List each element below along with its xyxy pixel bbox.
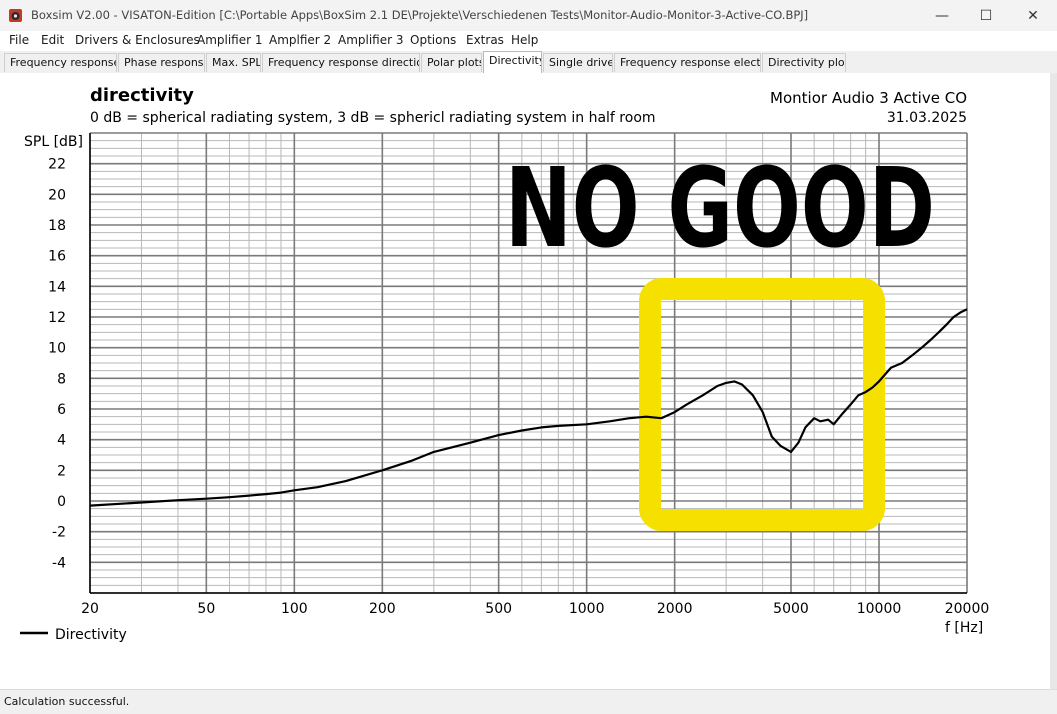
- y-tick-label: 10: [48, 341, 66, 357]
- menu-help[interactable]: Help: [511, 33, 538, 47]
- y-tick-label: 14: [48, 279, 66, 295]
- y-tick-label: 4: [57, 433, 66, 449]
- menu-options[interactable]: Options: [410, 33, 456, 47]
- tab-bar: Frequency response. Phase response Max. …: [0, 51, 1057, 74]
- window-edge: [1050, 73, 1057, 689]
- x-tick-label: 200: [369, 601, 396, 617]
- y-axis-label: SPL [dB]: [24, 134, 83, 150]
- close-button[interactable]: ✕: [1010, 0, 1056, 31]
- x-tick-label: 20: [81, 601, 99, 617]
- x-tick-label: 10000: [857, 601, 902, 617]
- window-title: Boxsim V2.00 - VISATON-Edition [C:\Porta…: [31, 8, 809, 22]
- y-tick-label: 22: [48, 157, 66, 173]
- legend-label-directivity: Directivity: [55, 627, 127, 643]
- tab-frequency-response-directions[interactable]: Frequency response directions: [262, 53, 420, 72]
- y-tick-label: -4: [52, 555, 66, 571]
- x-tick-label: 2000: [657, 601, 693, 617]
- maximize-button[interactable]: ☐: [963, 0, 1009, 31]
- y-tick-label: -2: [52, 525, 66, 541]
- tab-single-driver[interactable]: Single driver: [543, 53, 613, 72]
- tab-directivity-plots[interactable]: Directivity plots: [762, 53, 846, 72]
- x-axis-label: f [Hz]: [945, 620, 983, 636]
- chart-date: 31.03.2025: [887, 110, 967, 126]
- menu-amplifier-1[interactable]: Amplifier 1: [197, 33, 263, 47]
- directivity-chart: directivity 0 dB = spherical radiating s…: [20, 85, 989, 643]
- tab-directivity[interactable]: Directivity: [483, 51, 542, 74]
- menu-drivers-enclosures[interactable]: Drivers & Enclosures: [75, 33, 200, 47]
- menu-bar: File Edit Drivers & Enclosures Amplifier…: [0, 31, 1057, 51]
- status-text: Calculation successful.: [4, 695, 130, 708]
- minimize-button[interactable]: —: [919, 0, 965, 31]
- chart-subtitle: 0 dB = spherical radiating system, 3 dB …: [90, 110, 656, 126]
- tab-frequency-response-electrical[interactable]: Frequency response electr..: [614, 53, 761, 72]
- y-tick-label: 18: [48, 218, 66, 234]
- y-tick-label: 0: [57, 494, 66, 510]
- project-name: Montior Audio 3 Active CO: [770, 89, 967, 107]
- tab-polar-plots[interactable]: Polar plots: [421, 53, 482, 72]
- menu-amplifier-3[interactable]: Amplifier 3: [338, 33, 404, 47]
- x-tick-label: 5000: [773, 601, 809, 617]
- menu-amplifier-2[interactable]: Amplfier 2: [269, 33, 331, 47]
- x-tick-labels: 20 50 100 200 500 1000 2000 5000 10000 20000: [81, 601, 989, 617]
- tab-max-spl[interactable]: Max. SPL: [206, 53, 261, 72]
- menu-file[interactable]: File: [9, 33, 29, 47]
- menu-edit[interactable]: Edit: [41, 33, 64, 47]
- x-tick-label: 500: [485, 601, 512, 617]
- y-tick-label: 6: [57, 402, 66, 418]
- x-tick-label: 1000: [569, 601, 605, 617]
- chart-title: directivity: [90, 85, 194, 106]
- y-tick-label: 2: [57, 463, 66, 479]
- directivity-curve: [89, 308, 968, 507]
- status-bar: Calculation successful.: [0, 689, 1057, 714]
- x-tick-label: 50: [197, 601, 215, 617]
- boxsim-app-icon: [9, 9, 22, 22]
- tab-phase-response[interactable]: Phase response: [118, 53, 205, 72]
- y-tick-labels: -4 -2 0 2 4 6 8 10 12 14 16 18 20 22: [48, 157, 66, 572]
- y-tick-label: 16: [48, 249, 66, 265]
- no-good-text: NO GOOD: [505, 144, 935, 272]
- menu-extras[interactable]: Extras: [466, 33, 504, 47]
- title-bar: Boxsim V2.00 - VISATON-Edition [C:\Porta…: [0, 0, 1057, 31]
- x-tick-label: 100: [281, 601, 308, 617]
- y-tick-label: 20: [48, 187, 66, 203]
- x-tick-label: 20000: [945, 601, 990, 617]
- y-tick-label: 12: [48, 310, 66, 326]
- y-tick-label: 8: [57, 371, 66, 387]
- tab-frequency-response[interactable]: Frequency response.: [4, 53, 117, 72]
